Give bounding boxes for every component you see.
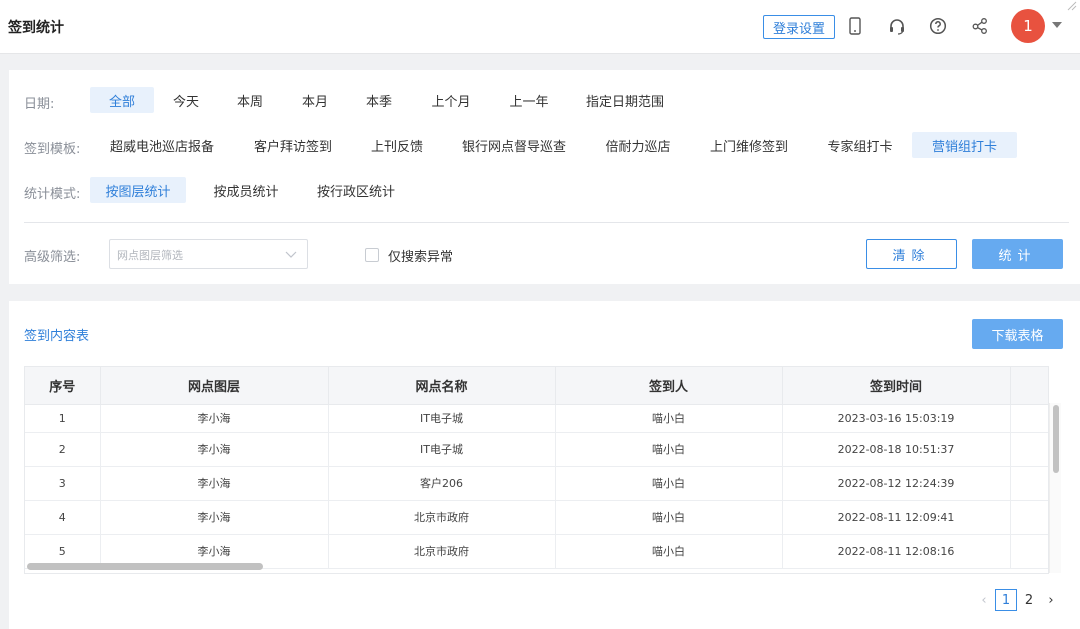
cell-extra (1010, 500, 1048, 535)
cell-checkin-time: 2022-08-11 12:08:16 (782, 534, 1011, 569)
filter-divider (24, 222, 1069, 223)
cell-extra (1010, 432, 1048, 467)
date-option-this-week[interactable]: 本周 (227, 87, 273, 113)
login-settings-button[interactable]: 登录设置 (763, 15, 835, 39)
checkin-table: 序号 网点图层 网点名称 签到人 签到时间 1 李小海 IT电子城 喵小白 20… (24, 366, 1049, 574)
pagination-next-button[interactable]: › (1043, 589, 1059, 611)
clear-button[interactable]: 清除 (866, 239, 957, 269)
column-header-index[interactable]: 序号 (25, 367, 101, 405)
mode-option-by-layer[interactable]: 按图层统计 (90, 177, 186, 203)
table-row[interactable]: 4 李小海 北京市政府 喵小白 2022-08-11 12:09:41 (25, 500, 1048, 535)
headset-icon[interactable] (886, 15, 908, 37)
abnormal-only-checkbox[interactable] (365, 248, 379, 262)
pagination-prev-button[interactable]: ‹ (976, 589, 992, 611)
template-option-1[interactable]: 超威电池巡店报备 (101, 132, 223, 158)
stat-button[interactable]: 统计 (972, 239, 1063, 269)
cell-layer: 李小海 (100, 500, 329, 535)
cell-checkin-user: 喵小白 (555, 432, 783, 467)
cell-index: 2 (25, 432, 101, 467)
cell-extra (1010, 404, 1048, 433)
date-option-all[interactable]: 全部 (90, 87, 154, 113)
table-header-row: 序号 网点图层 网点名称 签到人 签到时间 (25, 367, 1048, 405)
date-option-this-month[interactable]: 本月 (292, 87, 338, 113)
date-label: 日期: (24, 97, 55, 112)
cell-checkin-user: 喵小白 (555, 466, 783, 501)
template-option-4[interactable]: 银行网点督导巡查 (452, 132, 576, 158)
column-header-layer[interactable]: 网点图层 (100, 367, 329, 405)
cell-layer: 李小海 (100, 404, 329, 433)
cell-index: 3 (25, 466, 101, 501)
date-option-today[interactable]: 今天 (163, 87, 209, 113)
caret-down-icon[interactable] (1052, 22, 1062, 28)
mobile-icon[interactable] (844, 15, 866, 37)
template-label: 签到模板: (24, 142, 81, 157)
template-option-3[interactable]: 上刊反馈 (361, 132, 433, 158)
help-icon[interactable] (927, 15, 949, 37)
column-header-extra (1010, 367, 1048, 405)
cell-checkin-time: 2022-08-12 12:24:39 (782, 466, 1011, 501)
column-header-checkin-time[interactable]: 签到时间 (782, 367, 1011, 405)
vertical-scrollbar-thumb[interactable] (1053, 405, 1059, 473)
cell-checkin-user: 喵小白 (555, 500, 783, 535)
template-option-2[interactable]: 客户拜访签到 (245, 132, 341, 158)
top-header: 签到统计 登录设置 1 (0, 0, 1080, 54)
cell-extra (1010, 466, 1048, 501)
page-title: 签到统计 (8, 20, 64, 36)
date-option-last-month[interactable]: 上个月 (421, 87, 481, 113)
pagination-page-2[interactable]: 2 (1021, 589, 1037, 611)
table-row[interactable]: 1 李小海 IT电子城 喵小白 2023-03-16 15:03:19 (25, 404, 1048, 433)
cell-checkin-time: 2023-03-16 15:03:19 (782, 404, 1011, 433)
template-option-6[interactable]: 上门维修签到 (701, 132, 797, 158)
mode-option-by-member[interactable]: 按成员统计 (204, 177, 288, 203)
cell-site-name: IT电子城 (328, 432, 556, 467)
cell-site-name: IT电子城 (328, 404, 556, 433)
cell-checkin-user: 喵小白 (555, 404, 783, 433)
chevron-down-icon (285, 251, 297, 258)
date-option-this-quarter[interactable]: 本季 (356, 87, 402, 113)
user-avatar[interactable]: 1 (1011, 9, 1045, 43)
column-header-checkin-user[interactable]: 签到人 (555, 367, 783, 405)
cell-site-name: 北京市政府 (328, 534, 556, 569)
template-option-8[interactable]: 营销组打卡 (912, 132, 1017, 158)
resize-corner-icon (1062, 0, 1080, 12)
cell-layer: 李小海 (100, 432, 329, 467)
mode-label: 统计模式: (24, 187, 81, 202)
cell-checkin-user: 喵小白 (555, 534, 783, 569)
table-panel: 签到内容表 下载表格 序号 网点图层 网点名称 签到人 签到时间 1 李小海 I… (9, 301, 1080, 629)
cell-index: 1 (25, 404, 101, 433)
table-row[interactable]: 2 李小海 IT电子城 喵小白 2022-08-18 10:51:37 (25, 432, 1048, 467)
pagination-page-1[interactable]: 1 (995, 589, 1017, 611)
template-option-5[interactable]: 倍耐力巡店 (596, 132, 680, 158)
date-option-last-year[interactable]: 上一年 (499, 87, 559, 113)
template-option-7[interactable]: 专家组打卡 (818, 132, 902, 158)
cell-layer: 李小海 (100, 466, 329, 501)
cell-checkin-time: 2022-08-18 10:51:37 (782, 432, 1011, 467)
download-table-button[interactable]: 下载表格 (972, 319, 1063, 349)
cell-site-name: 北京市政府 (328, 500, 556, 535)
column-header-site-name[interactable]: 网点名称 (328, 367, 556, 405)
cell-site-name: 客户206 (328, 466, 556, 501)
filter-panel: 日期: 全部 今天 本周 本月 本季 上个月 上一年 指定日期范围 签到模板: … (9, 70, 1080, 284)
cell-index: 4 (25, 500, 101, 535)
cell-extra (1010, 534, 1048, 569)
section-title: 签到内容表 (24, 329, 90, 344)
layer-filter-select[interactable]: 网点图层筛选 (109, 239, 308, 269)
abnormal-only-label[interactable]: 仅搜索异常 (388, 246, 453, 265)
horizontal-scrollbar-thumb[interactable] (27, 563, 263, 570)
mode-option-by-district[interactable]: 按行政区统计 (308, 177, 404, 203)
table-row[interactable]: 3 李小海 客户206 喵小白 2022-08-12 12:24:39 (25, 466, 1048, 501)
share-icon[interactable] (969, 15, 991, 37)
layer-filter-placeholder: 网点图层筛选 (117, 249, 183, 262)
cell-checkin-time: 2022-08-11 12:09:41 (782, 500, 1011, 535)
date-option-custom-range[interactable]: 指定日期范围 (577, 87, 673, 113)
advanced-filter-label: 高级筛选: (24, 250, 81, 265)
